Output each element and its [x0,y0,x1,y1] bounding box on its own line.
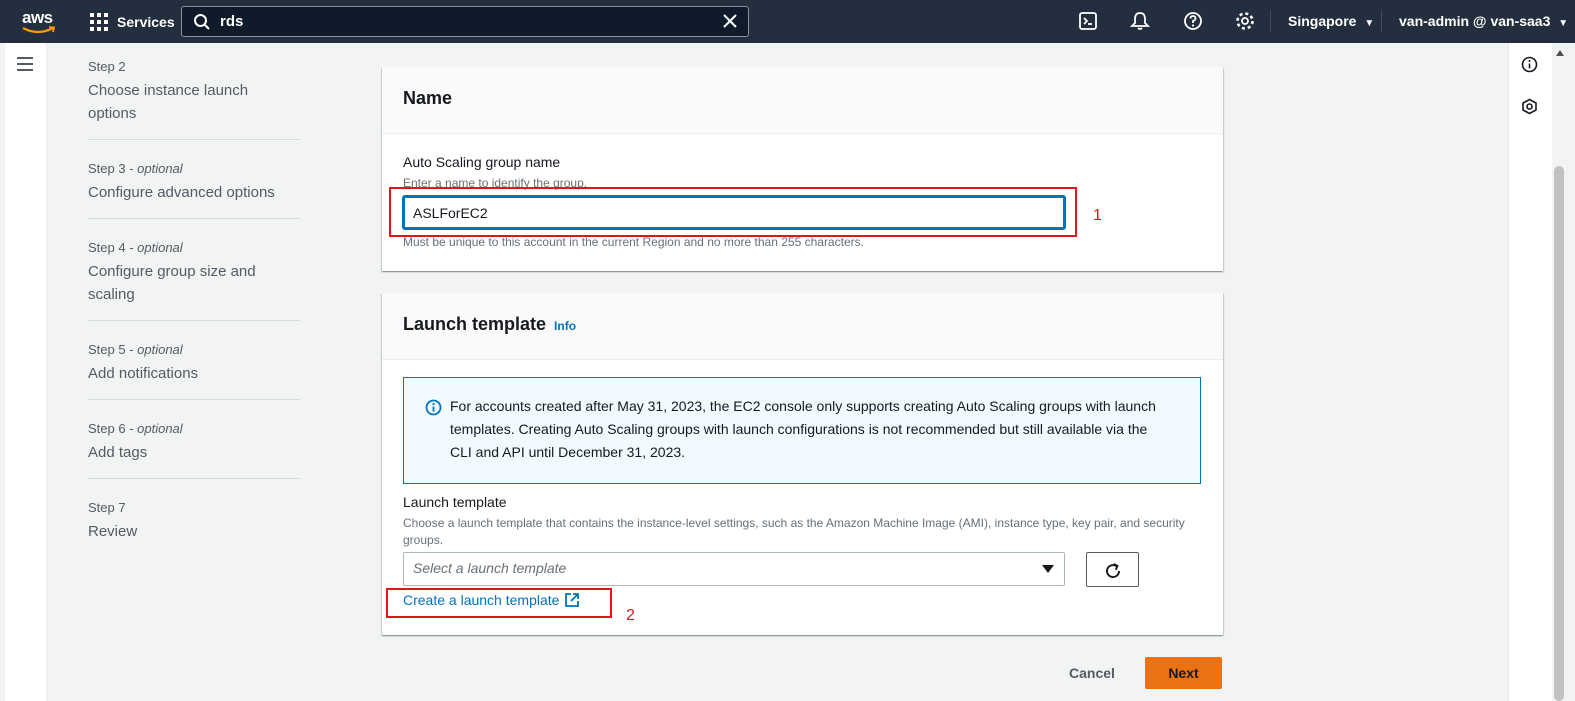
search-bar[interactable]: rds [181,6,749,37]
step-title: Add tags [88,444,148,461]
step-label: Step 6 - optional [88,421,183,436]
aws-logo-text: aws [22,8,53,27]
launch-template-description: Choose a launch template that contains t… [403,516,1185,547]
step-label: Step 5 - optional [88,342,183,357]
step-title: Add notifications [88,365,199,382]
asg-name-constraint: Must be unique to this account in the cu… [403,235,864,249]
region-selector[interactable]: Singapore ▼ [1288,13,1374,29]
name-panel: Name Auto Scaling group name Enter a nam… [382,67,1223,271]
top-navigation: aws Services rds Singapore ▼ van-admin @… [0,0,1575,43]
launch-template-select[interactable]: Select a launch template [403,552,1065,586]
account-menu[interactable]: van-admin @ van-saa3 ▼ [1399,13,1568,29]
step-3[interactable]: Step 3 - optional Configure advanced opt… [88,160,300,219]
wizard-steps: Step 2 Choose instance launch options St… [88,58,300,577]
caret-down-icon: ▼ [1364,18,1375,29]
step-6[interactable]: Step 6 - optional Add tags [88,420,300,479]
annotation-number-2: 2 [626,607,635,624]
step-label: Step 2 [88,59,126,74]
step-title: Configure group size and scaling [88,263,256,303]
region-label: Singapore [1288,13,1357,29]
select-placeholder: Select a launch template [413,560,567,576]
step-7[interactable]: Step 7 Review [88,499,300,557]
info-panel-icon[interactable] [1521,56,1538,73]
step-title: Choose instance launch options [88,82,249,122]
services-label: Services [117,14,175,30]
annotation-number-1: 1 [1093,207,1102,224]
step-label: Step 3 - optional [88,161,183,176]
launch-template-heading: Launch template [403,314,547,334]
info-link[interactable]: Info [554,319,576,333]
search-input[interactable]: rds [220,13,243,30]
step-label: Step 7 [88,500,126,515]
launch-template-label: Launch template [403,494,507,510]
help-icon[interactable] [1183,11,1203,31]
services-menu[interactable]: Services [90,11,175,33]
help-panel-rail [1508,43,1552,701]
asg-name-label: Auto Scaling group name [403,154,561,170]
scrollbar-thumb[interactable] [1554,166,1564,701]
step-4[interactable]: Step 4 - optional Configure group size a… [88,239,300,321]
scroll-up-icon[interactable] [1555,49,1565,57]
name-panel-header: Name [382,67,1223,134]
name-panel-heading: Name [403,88,453,108]
aws-smile-icon [22,26,56,34]
info-alert: For accounts created after May 31, 2023,… [403,377,1201,484]
menu-icon[interactable] [17,57,33,75]
refresh-button[interactable] [1086,552,1139,587]
launch-template-header: Launch template Info [382,293,1223,360]
step-2[interactable]: Step 2 Choose instance launch options [88,58,300,140]
divider [1270,10,1271,32]
annotation-box-1 [389,187,1077,237]
step-title: Review [88,523,138,540]
launch-template-panel: Launch template Info For accounts create… [382,293,1223,635]
settings-icon[interactable] [1235,11,1255,31]
cloudshell-icon[interactable] [1078,11,1098,31]
caret-down-icon [1042,565,1054,573]
clear-search-icon[interactable] [722,13,738,29]
tutorials-icon[interactable] [1521,98,1538,115]
step-label: Step 4 - optional [88,240,183,255]
info-icon [425,399,442,416]
annotation-box-2 [386,588,612,618]
step-title: Configure advanced options [88,184,275,201]
alert-text: For accounts created after May 31, 2023,… [450,398,1156,460]
search-icon [194,14,210,30]
cancel-button[interactable]: Cancel [1058,657,1126,689]
side-navigation [5,43,47,701]
aws-logo[interactable]: aws [22,9,58,35]
notifications-icon[interactable] [1130,11,1150,31]
refresh-icon [1106,563,1120,578]
next-button[interactable]: Next [1145,657,1222,689]
divider [1381,10,1382,32]
step-5[interactable]: Step 5 - optional Add notifications [88,341,300,400]
services-grid-icon [90,13,108,31]
account-label: van-admin @ van-saa3 [1399,13,1551,29]
caret-down-icon: ▼ [1558,18,1569,29]
